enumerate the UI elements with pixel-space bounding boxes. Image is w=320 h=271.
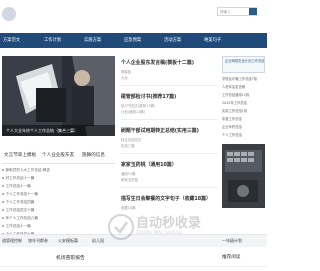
category-link-bar: 道管理控制 旅年刊都参 公安模板篇 幼儿园 一年级计划 [0,234,267,247]
recommend-title: 推荐阅读 [222,255,241,260]
list-item[interactable]: 人资年会发言稿 [222,84,245,89]
article-summary: 计划(通用13篇) [121,110,145,114]
list-item[interactable]: 工作总结通用12篇 [222,92,249,97]
article-title[interactable]: 刷题干部试用期转正总结(实用三篇) [121,127,199,134]
bullet-icon [2,185,4,187]
left-tabs: 文言节单上模板 个人业业股东友 施舞的信息 [2,152,115,162]
list-item[interactable]: 企业年终总结 [222,124,242,129]
bullet-icon [2,201,4,203]
divider [121,153,218,154]
hero-slider[interactable]: 个人大全年终个人工作总结（集合三篇） [2,56,115,136]
nav-item-quotes[interactable]: 唯美句子 [204,33,221,48]
divider [121,119,218,120]
tab-divider [2,163,115,164]
tab-template[interactable]: 文言节单上模板 [4,152,36,158]
article-title[interactable]: 家家玉药桃（通用10篇） [121,161,177,168]
bullet-icon [2,225,4,227]
nav-item-emergency[interactable]: 应急预案 [124,33,141,48]
watermark-title: 自动秒收录 [136,216,202,231]
bullet-icon [2,169,4,171]
article-title[interactable]: 碰管部检讨书(推荐17篇) [121,93,176,100]
article-summary: 转正总结范文 [121,138,142,142]
list-item[interactable]: 个人工作总结 [222,132,242,137]
divider [0,266,267,267]
bullet-icon [2,177,4,179]
article-title[interactable]: 个人企业股东发言稿(模板十二篇) [121,59,194,66]
article-title[interactable]: 描写生日会聚餐的文字句子（收藏18篇） [121,195,211,202]
article-summary: 检讨书范文(推荐17篇) [121,104,156,108]
article-summary: 收藏18篇 [121,206,136,210]
top-header: 请输入 [0,0,267,33]
list-item[interactable]: 2025年工作总结 [222,100,247,105]
keyboard-image [222,144,265,208]
article-summary: 篇模板 [121,70,132,74]
nav-item-implementation[interactable]: 实施方案 [84,33,101,48]
category-link[interactable]: 公安模板篇 [58,235,78,247]
tab-shareholder[interactable]: 个人业业股东友 [42,152,74,158]
article-summary: 家家玉药桃 [121,178,138,182]
list-item[interactable]: 实用工作总结1篇 [222,108,247,113]
category-link[interactable]: 旅年刊都参 [28,235,48,247]
category-link[interactable]: 一年级计划 [222,235,242,247]
category-link[interactable]: 幼儿园 [92,235,104,247]
bullet-icon [2,217,4,219]
divider [121,187,218,188]
logo-icon [2,7,16,21]
search-button[interactable] [249,8,257,15]
divider [121,85,218,86]
nav-item-plan[interactable]: 工作计划 [44,33,61,48]
tab-dance-info[interactable]: 施舞的信息 [82,152,105,158]
bullet-icon [2,193,4,195]
list-item[interactable]: 学校反诈骗工作总结7篇 [222,76,257,81]
article-summary: 实用三篇 [121,144,135,148]
article-summary: 大全 [121,76,128,80]
main-nav: 方案范文 工作计划 实施方案 应急预案 活动方案 唯美句子 [0,33,267,48]
sidebar-banner[interactable]: 企业网络安全计划工作总结 [222,56,265,73]
site-logo[interactable] [2,3,24,25]
article-summary: 通用10篇 [121,172,136,176]
section-title: 机场苗职报告 [56,256,85,261]
list-item[interactable]: 年度工作总结 [222,116,242,121]
slider-image [2,56,115,136]
slider-caption[interactable]: 个人大全年终个人工作总结（集合三篇） [2,125,115,136]
category-link[interactable]: 道管理控制 [2,235,22,247]
nav-item-fangan[interactable]: 方案范文 [3,33,20,48]
nav-item-activity[interactable]: 活动方案 [164,33,181,48]
sidebar-image[interactable] [222,144,265,208]
bullet-icon [2,209,4,211]
